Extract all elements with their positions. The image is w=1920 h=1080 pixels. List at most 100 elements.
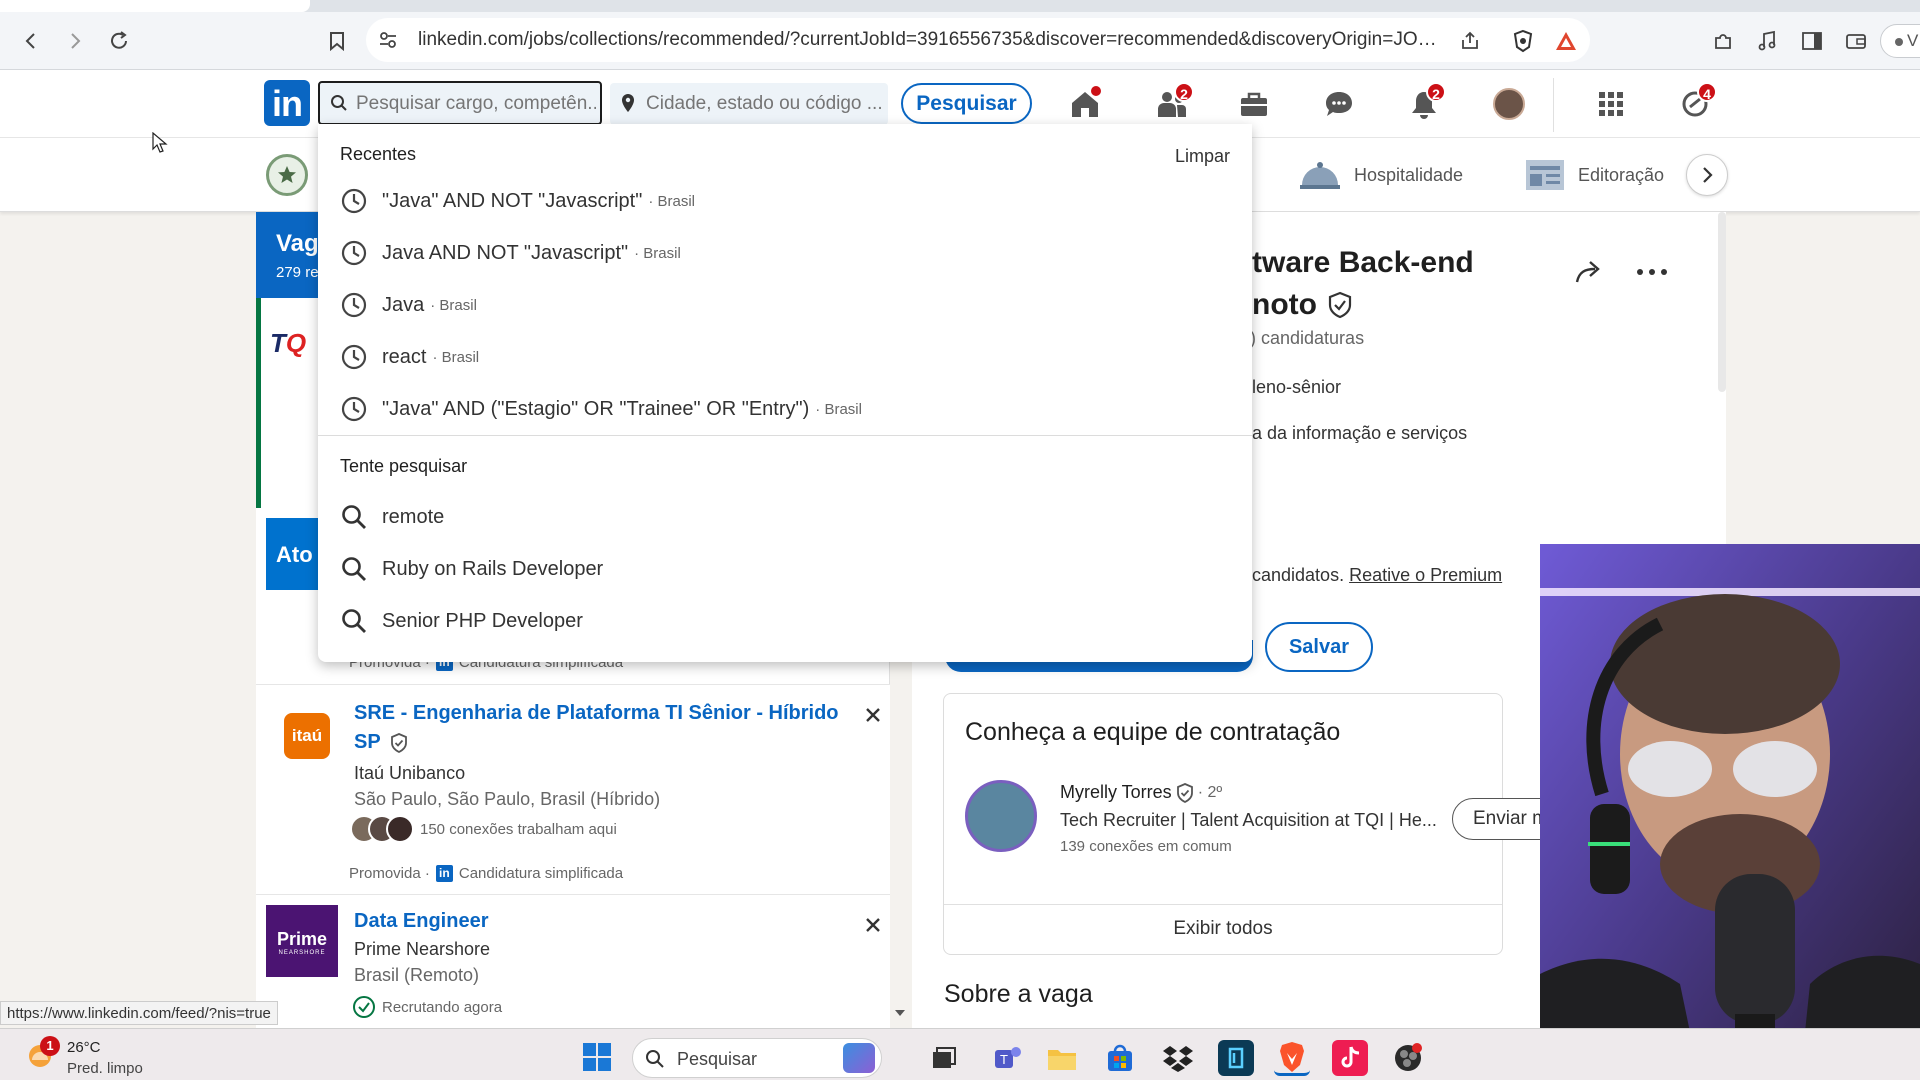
dropbox-icon[interactable] (1160, 1040, 1196, 1076)
scroll-down-arrow-icon[interactable] (894, 1008, 906, 1018)
recent-search-item[interactable]: Java · Brasil (340, 285, 477, 325)
location-search-box[interactable] (610, 83, 888, 125)
linkedin-logo[interactable]: in (264, 80, 310, 126)
nav-me[interactable] (1489, 84, 1529, 124)
job-search-input[interactable] (356, 93, 596, 115)
prime-logo-subtext: NEARSHORE (278, 950, 326, 956)
recent-search-item[interactable]: "Java" AND ("Estagio" OR "Trainee" OR "E… (340, 389, 862, 429)
job-title-link[interactable]: SRE - Engenharia de Plataforma TI Sênior… (354, 699, 854, 757)
document-icon (1524, 158, 1566, 192)
reload-icon[interactable] (104, 26, 134, 56)
more-options-icon[interactable] (1636, 268, 1668, 276)
detail-scrollbar[interactable] (1718, 212, 1726, 392)
about-job-heading: Sobre a vaga (944, 980, 1093, 1008)
share-job-icon[interactable] (1573, 258, 1605, 286)
brave-browser-icon[interactable] (1274, 1040, 1310, 1076)
search-icon (645, 1049, 665, 1069)
recruiter-avatar[interactable] (965, 780, 1037, 852)
nav-premium[interactable]: 4 (1675, 82, 1717, 124)
extensions-icon[interactable] (1708, 26, 1738, 56)
nav-work[interactable] (1591, 84, 1631, 124)
verified-shield-icon (1327, 291, 1353, 319)
hiring-team-card: Conheça a equipe de contratação Myrelly … (943, 693, 1572, 955)
profile-button[interactable]: V (1880, 24, 1920, 58)
itau-logo[interactable]: itaú (284, 713, 330, 759)
clock-icon (340, 239, 368, 267)
windows-start-icon[interactable] (582, 1042, 612, 1072)
clock-icon (340, 395, 368, 423)
back-icon[interactable] (16, 26, 46, 56)
file-explorer-icon[interactable] (1044, 1040, 1080, 1076)
bookmark-icon[interactable] (322, 26, 352, 56)
recent-heading: Recentes (340, 144, 417, 164)
tiktok-icon[interactable] (1332, 1040, 1368, 1076)
job-location: Brasil (Remoto) (354, 965, 480, 985)
category-editoracao[interactable]: Editoração (1524, 155, 1664, 195)
recent-query: Java (382, 293, 425, 316)
job-detail-title-line1: tware Back-end (1252, 246, 1474, 279)
recent-search-item[interactable]: Java AND NOT "Javascript" · Brasil (340, 233, 681, 273)
url-text[interactable]: linkedin.com/jobs/collections/recommende… (418, 29, 1448, 51)
search-icon (330, 94, 348, 112)
suggested-search-item[interactable]: Senior PHP Developer (340, 601, 583, 641)
home-dot-badge (1089, 84, 1103, 98)
job-search-box[interactable] (318, 81, 602, 125)
site-settings-icon[interactable] (378, 30, 398, 50)
connection-degree: · 2º (1197, 783, 1223, 801)
dropdown-divider (318, 435, 1252, 436)
recent-query: "Java" AND NOT "Javascript" (382, 189, 643, 212)
location-pin-icon (620, 93, 636, 113)
cloche-icon (1298, 159, 1342, 191)
tqi-logo[interactable]: TQ (266, 306, 322, 382)
reactivate-premium-link[interactable]: Reative o Premium (1349, 565, 1502, 585)
nav-messaging[interactable] (1319, 84, 1359, 124)
taskbar-search[interactable]: Pesquisar (632, 1038, 882, 1078)
sidebar-icon[interactable] (1797, 26, 1827, 56)
task-view-icon[interactable] (926, 1040, 962, 1076)
save-button[interactable]: Salvar (1265, 622, 1373, 672)
nav-network[interactable]: 2 (1152, 82, 1194, 124)
store-icon[interactable] (1102, 1040, 1138, 1076)
media-icon[interactable] (1752, 26, 1782, 56)
star-icon[interactable] (266, 154, 308, 196)
suggested-search-item[interactable]: Ruby on Rails Developer (340, 549, 603, 589)
atos-logo[interactable]: Ato (266, 518, 322, 590)
search-button[interactable]: Pesquisar (901, 83, 1032, 124)
recent-query: Java AND NOT "Javascript" (382, 241, 629, 264)
nav-jobs[interactable] (1234, 84, 1274, 124)
chevron-right-icon[interactable] (1686, 154, 1728, 196)
job-card[interactable]: itaú SRE - Engenharia de Plataforma TI S… (256, 684, 890, 894)
brave-rewards-icon[interactable] (1551, 26, 1581, 56)
location-input[interactable] (646, 93, 882, 115)
recruiter-name[interactable]: Myrelly Torres (1060, 782, 1172, 803)
clear-recent-button[interactable]: Limpar (1175, 146, 1230, 167)
company-name: Prime Nearshore (354, 939, 491, 959)
active-tab[interactable] (0, 0, 310, 12)
suggested-search-item[interactable]: remote (340, 497, 444, 537)
brave-shield-icon[interactable] (1508, 26, 1538, 56)
nav-notifications[interactable]: 2 (1404, 82, 1446, 124)
obs-icon[interactable] (1390, 1040, 1426, 1076)
search-highlight-icon (843, 1043, 875, 1073)
clock-icon (340, 343, 368, 371)
recent-location: · Brasil (430, 296, 477, 314)
teams-icon[interactable]: T (990, 1040, 1026, 1076)
show-all-button[interactable]: Exibir todos (944, 918, 1502, 940)
clock-icon (340, 291, 368, 319)
forward-icon[interactable] (60, 26, 90, 56)
weather-alert-badge: 1 (40, 1036, 60, 1056)
recent-search-item[interactable]: "Java" AND NOT "Javascript" · Brasil (340, 181, 695, 221)
applicant-count: ) candidaturas (1250, 328, 1365, 348)
category-hospitalidade[interactable]: Hospitalidade (1298, 155, 1463, 195)
code-editor-icon[interactable] (1218, 1040, 1254, 1076)
job-title-link[interactable]: Data Engineer (354, 907, 488, 936)
nav-home[interactable] (1065, 84, 1105, 124)
wallet-icon[interactable] (1841, 26, 1871, 56)
dismiss-icon[interactable] (863, 915, 883, 935)
job-card[interactable]: Prime NEARSHORE Data Engineer Prime Near… (256, 894, 890, 1028)
dismiss-icon[interactable] (863, 705, 883, 725)
mouse-cursor-icon (152, 132, 168, 154)
share-icon[interactable] (1455, 26, 1485, 56)
recent-search-item[interactable]: react · Brasil (340, 337, 479, 377)
prime-logo[interactable]: Prime NEARSHORE (266, 905, 338, 977)
